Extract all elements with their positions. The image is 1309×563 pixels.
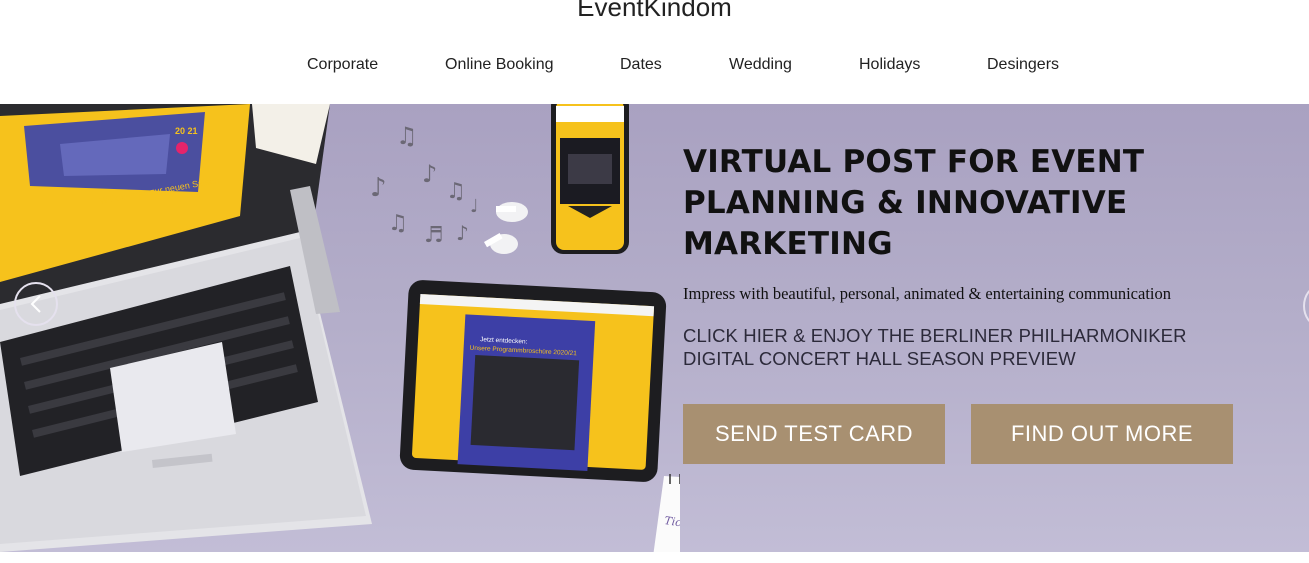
hero-subtitle: Impress with beautiful, personal, animat… [683, 284, 1171, 303]
svg-text:♬: ♬ [424, 223, 444, 248]
notepad-decoration: ♡ Tickets besorgen! [653, 474, 680, 552]
hero-illustration: Willkommen zur neuen Saison 20 21 ♫ ♪ ♪ … [0, 104, 680, 552]
tablet-device: Jetzt entdecken: Unsere Programmbroschür… [399, 280, 667, 482]
laptop-year-badge: 20 21 [175, 126, 198, 136]
nav-item-online-booking[interactable]: Online Booking [445, 56, 554, 74]
slider-prev-button[interactable] [14, 282, 58, 326]
hero-cta-link[interactable]: CLICK HIER & ENJOY THE BERLINER PHILHARM… [683, 324, 1223, 370]
svg-text:♫: ♫ [446, 179, 466, 204]
find-out-more-button[interactable]: FIND OUT MORE [971, 404, 1233, 464]
phone-device [551, 104, 629, 254]
svg-text:♫: ♫ [388, 211, 408, 236]
hero-title: VIRTUAL POST FOR EVENT PLANNING & INNOVA… [683, 144, 1145, 262]
svg-text:♪: ♪ [370, 173, 387, 203]
svg-text:♫: ♫ [396, 122, 418, 150]
site-brand[interactable]: EventKindom [0, 0, 1309, 23]
svg-text:♩: ♩ [470, 196, 479, 217]
chevron-left-icon [30, 295, 41, 313]
nav-item-holidays[interactable]: Holidays [859, 56, 920, 74]
nav-item-corporate[interactable]: Corporate [307, 56, 378, 74]
main-nav: Corporate Online Booking Dates Wedding H… [0, 56, 1309, 76]
hero-slider: Willkommen zur neuen Saison 20 21 ♫ ♪ ♪ … [0, 104, 1309, 552]
send-test-card-button[interactable]: SEND TEST CARD [683, 404, 945, 464]
earbuds-decoration [484, 202, 528, 254]
svg-text:♪: ♪ [422, 160, 437, 188]
nav-item-dates[interactable]: Dates [620, 56, 662, 74]
nav-item-wedding[interactable]: Wedding [729, 56, 792, 74]
slider-next-button[interactable] [1303, 286, 1309, 326]
svg-text:♪: ♪ [456, 221, 469, 245]
nav-item-designers[interactable]: Desingers [987, 56, 1059, 74]
music-notes-decoration: ♫ ♪ ♪ ♫ ♫ ♬ ♪ ♩ [370, 122, 479, 248]
